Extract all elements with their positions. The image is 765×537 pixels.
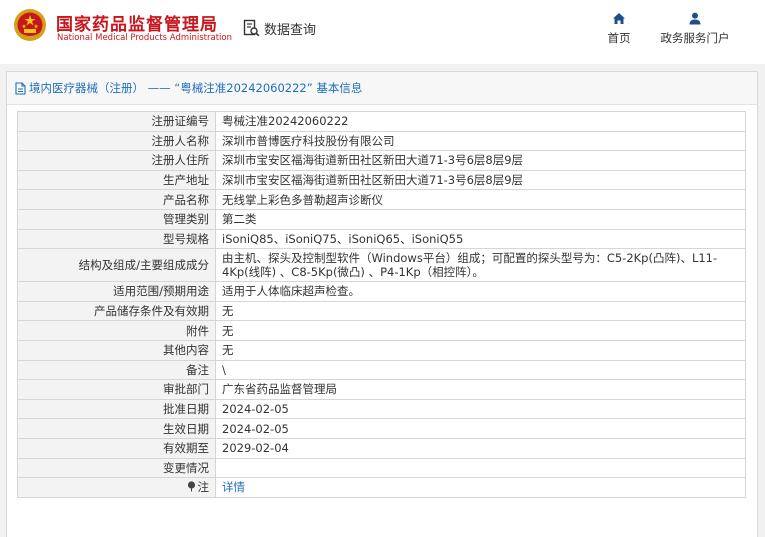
detail-link[interactable]: 详情 (222, 480, 245, 494)
table-row: 生产地址 深圳市宝安区福海街道新田社区新田大道71-3号6层8层9层 (17, 169, 746, 191)
row-label: 注册证编号 (17, 111, 216, 132)
row-label: 附件 (17, 320, 216, 341)
row-label: 型号规格 (17, 228, 216, 250)
row-label: 产品储存条件及有效期 (17, 300, 216, 322)
table-row: 管理类别 第二类 (17, 208, 746, 230)
table-row: 产品储存条件及有效期无 (17, 300, 746, 322)
brand-subtitle: National Medical Products Administration (57, 33, 232, 43)
row-value: 无 (215, 300, 746, 322)
table-row: 注册证编号 粤械注准20242060222 (17, 111, 746, 132)
table-row: 注册人名称 深圳市普博医疗科技股份有限公司 (17, 130, 746, 152)
table-row: 其他内容无 (17, 339, 746, 361)
row-value: 无 (215, 339, 746, 361)
row-value: \ (215, 359, 746, 381)
table-row: 附件无 (17, 320, 746, 341)
home-icon (613, 13, 625, 24)
row-label: 产品名称 (17, 189, 216, 210)
nav-home[interactable]: 首页 (604, 12, 634, 46)
table-row: 注册人住所 深圳市宝安区福海街道新田社区新田大道71-3号6层8层9层 (17, 150, 746, 171)
row-value: 第二类 (215, 208, 746, 230)
document-search-icon (243, 19, 260, 37)
nav-home-label: 首页 (607, 31, 631, 45)
row-label: 批准日期 (17, 398, 216, 420)
user-icon (689, 12, 701, 25)
row-value: 深圳市宝安区福海街道新田社区新田大道71-3号6层8层9层 (215, 169, 746, 191)
data-query-label: 数据查询 (264, 22, 317, 38)
table-row: 型号规格 iSoniQ85、iSoniQ75、iSoniQ65、iSoniQ55 (17, 228, 746, 250)
table-row: 有效期至 2029-02-04 (17, 437, 746, 459)
row-value: 由主机、探头及控制型软件（Windows平台）组成；可配置的探头型号为：C5-2… (215, 248, 746, 283)
document-icon (15, 81, 26, 95)
note-row: 注详情 (17, 477, 746, 498)
panel-title-text: 境内医疗器械（注册） —— “粤械注准20242060222” 基本信息 (29, 81, 363, 95)
data-query-link[interactable]: 数据查询 (243, 18, 316, 38)
row-label: 适用范围/预期用途 (17, 281, 216, 302)
row-label: 结构及组成/主要组成成分 (17, 248, 216, 283)
row-label: 管理类别 (17, 208, 216, 230)
row-value: 适用于人体临床超声检查。 (215, 281, 746, 302)
table-row: 适用范围/预期用途 适用于人体临床超声检查。 (17, 281, 746, 302)
note-label-cell: 注 (17, 477, 216, 498)
row-value: 2024-02-05 (215, 398, 746, 420)
info-panel: 境内医疗器械（注册） —— “粤械注准20242060222” 基本信息 注册证… (6, 71, 758, 537)
top-header: 国家药品监督管理局 National Medical Products Admi… (0, 0, 765, 64)
table-row: 变更情况 (17, 457, 746, 479)
info-table: 注册证编号 粤械注准20242060222 注册人名称 深圳市普博医疗科技股份有限公司… (17, 111, 746, 498)
row-label: 有效期至 (17, 437, 216, 459)
nav-portal-label: 政务服务门户 (660, 31, 730, 45)
national-emblem-icon (14, 9, 46, 41)
row-value: 2029-02-04 (215, 437, 746, 459)
row-value: 粤械注准20242060222 (215, 111, 746, 132)
row-label: 其他内容 (17, 339, 216, 361)
row-value: 无 (215, 320, 746, 341)
table-row: 生效日期 2024-02-05 (17, 418, 746, 439)
brand-title: 国家药品监督管理局 (56, 15, 218, 35)
table-row: 审批部门 广东省药品监督管理局 (17, 379, 746, 400)
row-value: 深圳市普博医疗科技股份有限公司 (215, 130, 746, 152)
table-row: 产品名称 无线掌上彩色多普勒超声诊断仪 (17, 189, 746, 210)
row-label: 注册人名称 (17, 130, 216, 152)
row-value: 深圳市宝安区福海街道新田社区新田大道71-3号6层8层9层 (215, 150, 746, 171)
panel-title: 境内医疗器械（注册） —— “粤械注准20242060222” 基本信息 (7, 72, 757, 105)
table-row: 备注 \ (17, 359, 746, 381)
table-row: 结构及组成/主要组成成分 由主机、探头及控制型软件（Windows平台）组成；可配… (17, 248, 746, 283)
row-value: 广东省药品监督管理局 (215, 379, 746, 400)
nav-service-portal[interactable]: 政务服务门户 (656, 12, 734, 46)
row-value (215, 457, 746, 479)
row-value: 无线掌上彩色多普勒超声诊断仪 (215, 189, 746, 210)
table-row: 批准日期 2024-02-05 (17, 398, 746, 420)
row-label: 备注 (17, 359, 216, 381)
row-label: 生效日期 (17, 418, 216, 439)
row-value: 2024-02-05 (215, 418, 746, 439)
note-value-cell: 详情 (215, 477, 746, 498)
row-label: 审批部门 (17, 379, 216, 400)
row-label: 生产地址 (17, 169, 216, 191)
row-label: 变更情况 (17, 457, 216, 479)
row-label: 注册人住所 (17, 150, 216, 171)
note-label: 注 (197, 480, 210, 495)
row-value: iSoniQ85、iSoniQ75、iSoniQ65、iSoniQ55 (215, 228, 746, 250)
info-pin-icon (187, 481, 195, 492)
